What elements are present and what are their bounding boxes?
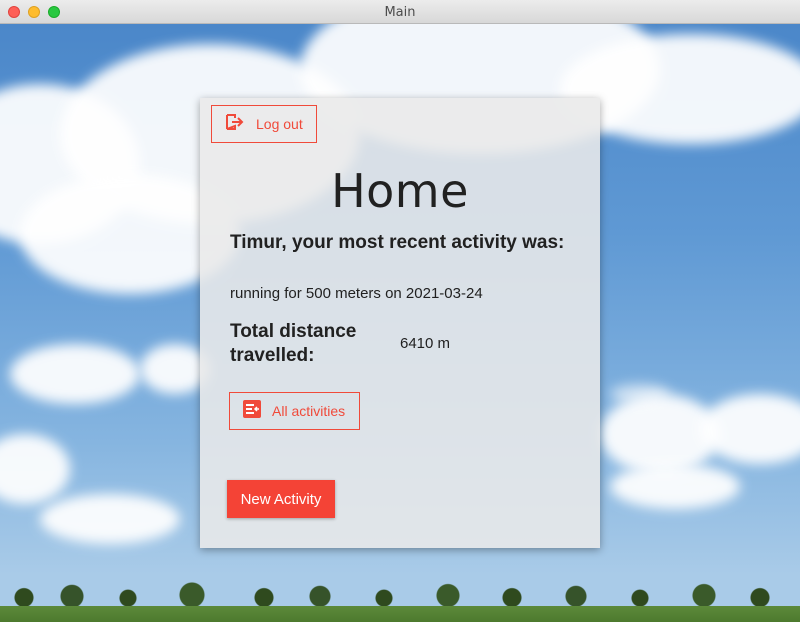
home-panel: Log out Home Timur, your most recent act… xyxy=(200,98,600,548)
cloud xyxy=(10,344,140,404)
cloud xyxy=(40,494,180,544)
window-titlebar: Main xyxy=(0,0,800,24)
cloud xyxy=(610,464,740,509)
new-activity-button[interactable]: New Activity xyxy=(227,480,335,518)
cloud xyxy=(610,384,670,404)
cloud xyxy=(700,394,800,464)
recent-activity-text: running for 500 meters on 2021-03-24 xyxy=(230,285,483,302)
grass-field xyxy=(0,606,800,622)
list-icon xyxy=(242,399,262,424)
logout-label: Log out xyxy=(256,116,303,132)
all-activities-button[interactable]: All activities xyxy=(229,392,360,430)
window-title: Main xyxy=(384,5,416,20)
logout-icon xyxy=(224,112,244,137)
page-title: Home xyxy=(331,164,469,218)
all-activities-label: All activities xyxy=(272,403,346,419)
logout-button[interactable]: Log out xyxy=(211,105,317,143)
total-distance-value: 6410 m xyxy=(400,335,451,352)
total-distance-label: Total distance travelled: xyxy=(230,321,357,366)
recent-activity-heading: Timur, your most recent activity was: xyxy=(230,232,565,253)
cloud xyxy=(0,434,70,504)
treeline xyxy=(0,582,800,608)
